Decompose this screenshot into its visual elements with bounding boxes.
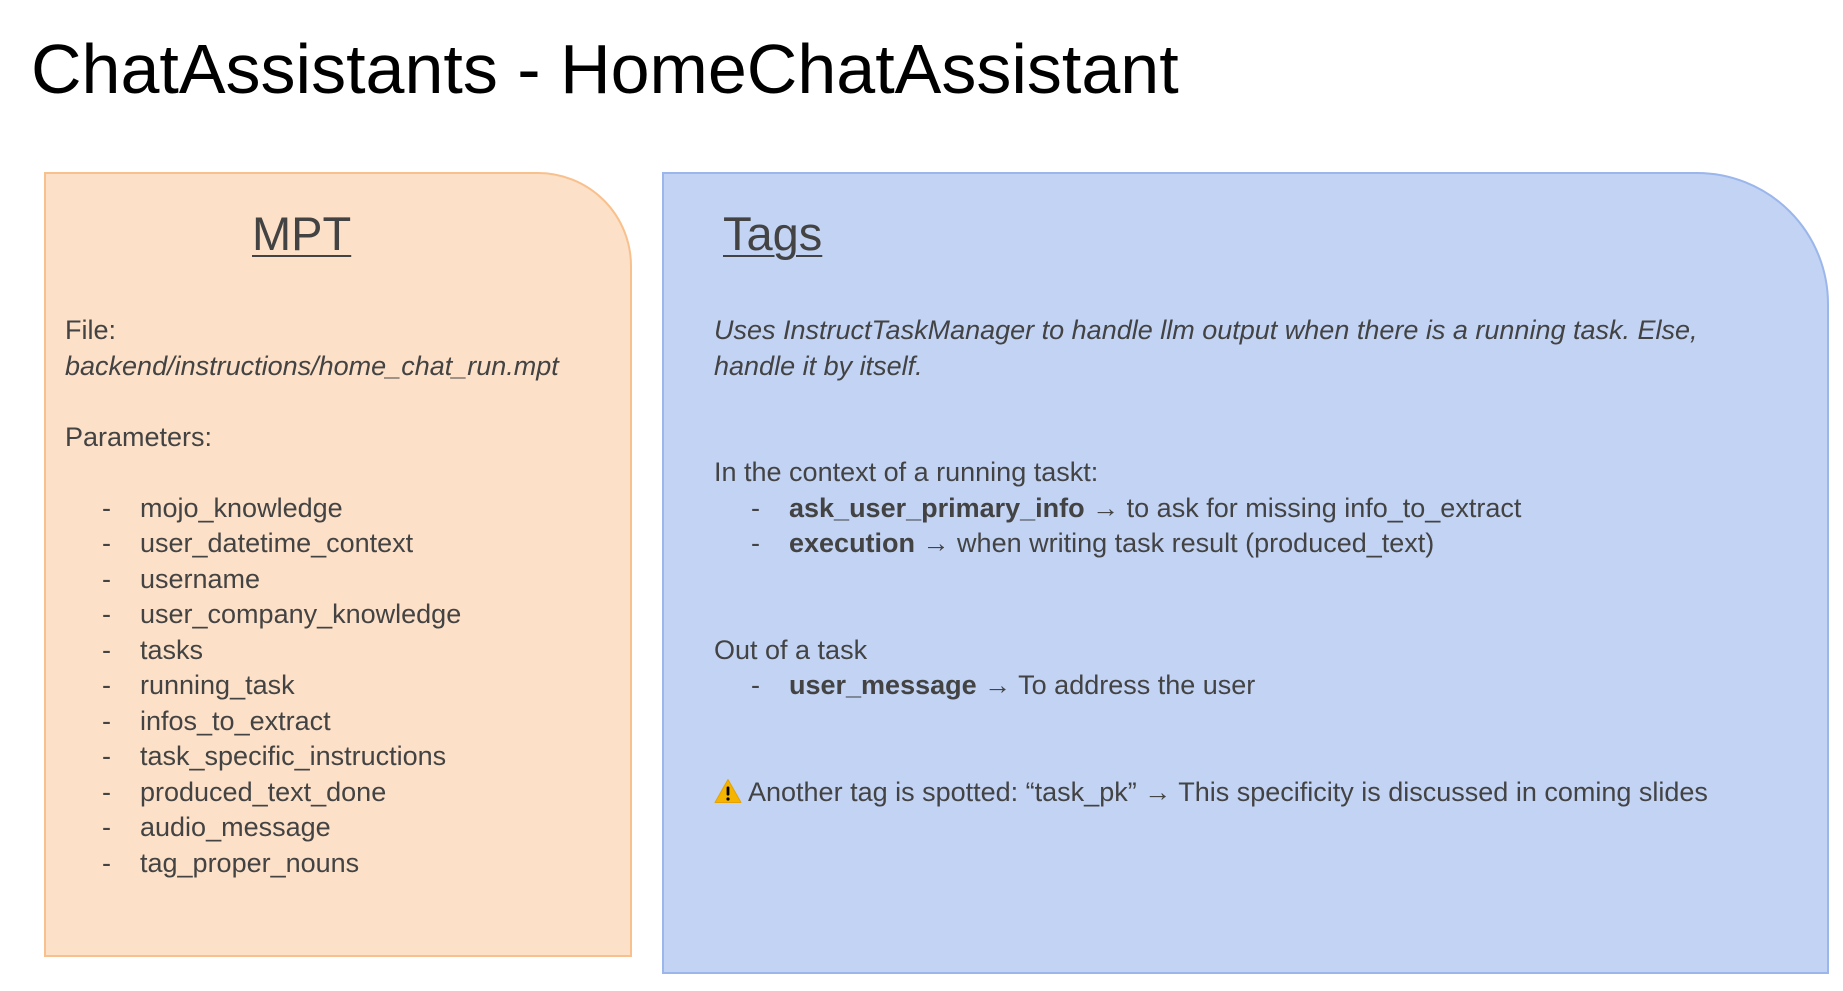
list-item: - username — [65, 562, 625, 598]
file-path: backend/instructions/home_chat_run.mpt — [65, 350, 559, 381]
out-of-task-label: Out of a task — [714, 634, 868, 665]
list-item: - tasks — [65, 633, 625, 669]
list-item: - mojo_knowledge — [65, 491, 625, 527]
parameters-label: Parameters: — [65, 421, 213, 452]
parameter-name: infos_to_extract — [140, 705, 331, 736]
file-label: File: — [65, 315, 117, 345]
bullet-dash: - — [102, 670, 111, 700]
bullet-dash: - — [102, 634, 111, 665]
list-item: - running_task — [65, 668, 625, 704]
bullet-dash: - — [102, 741, 111, 771]
parameter-name: tag_proper_nouns — [140, 847, 360, 878]
warning-note: Another tag is spotted: “task_pk” → This… — [714, 775, 1814, 811]
bullet-dash: - — [102, 705, 111, 736]
tag-name: user_message — [789, 670, 977, 700]
list-item: - audio_message — [65, 810, 625, 846]
running-task-label: In the context of a running taskt: — [714, 457, 1099, 487]
parameter-name: username — [140, 563, 261, 594]
bullet-dash: - — [102, 847, 111, 878]
parameter-name: user_company_knowledge — [140, 599, 462, 629]
list-item: - user_datetime_context — [65, 526, 625, 562]
parameter-name: running_task — [140, 670, 295, 700]
list-item: - task_specific_instructions — [65, 739, 625, 775]
warning-icon — [714, 778, 742, 803]
bullet-dash: - — [102, 563, 111, 594]
parameter-name: produced_text_done — [140, 776, 387, 807]
parameter-name: audio_message — [140, 812, 331, 842]
bullet-dash: - — [751, 492, 760, 523]
bullet-dash: - — [751, 528, 760, 558]
parameter-name: user_datetime_context — [140, 528, 414, 558]
parameter-name: mojo_knowledge — [140, 492, 343, 523]
bullet-dash: - — [102, 528, 111, 558]
tag-description: → to ask for missing info_to_extract — [1084, 492, 1522, 523]
tags-body: Uses InstructTaskManager to handle llm o… — [714, 313, 1814, 810]
tags-heading: Tags — [723, 207, 823, 260]
list-item: - tag_proper_nouns — [65, 846, 625, 882]
tags-panel: Tags Uses InstructTaskManager to handle … — [662, 172, 1829, 974]
list-item: - user_company_knowledge — [65, 597, 625, 633]
tag-description: → when writing task result (produced_tex… — [915, 528, 1435, 558]
tag-description: → To address the user — [976, 670, 1256, 700]
bullet-dash: - — [102, 812, 111, 842]
mpt-body: File: backend/instructions/home_chat_run… — [65, 313, 625, 881]
mpt-heading: MPT — [252, 207, 352, 260]
bullet-dash: - — [751, 670, 760, 700]
list-item: - ask_user_primary_info → to ask for miss… — [714, 491, 1814, 527]
description-line: handle it by itself. — [714, 350, 923, 381]
parameters-list: - mojo_knowledge - user_datetime_context -… — [65, 491, 625, 882]
parameter-name: tasks — [140, 634, 204, 665]
mpt-panel: MPT File: backend/instructions/home_chat… — [44, 172, 632, 957]
bullet-dash: - — [102, 492, 111, 523]
list-item: - produced_text_done — [65, 775, 625, 811]
slide-title: ChatAssistants - HomeChatAssistant — [31, 30, 1179, 108]
tag-name: ask_user_primary_info — [789, 492, 1085, 523]
description-line: Uses InstructTaskManager to handle llm o… — [714, 315, 1698, 345]
parameter-name: task_specific_instructions — [140, 741, 447, 771]
list-item: - infos_to_extract — [65, 704, 625, 740]
warning-text: Another tag is spotted: “task_pk” → This… — [748, 776, 1708, 807]
list-item: - execution → when writing task result (p… — [714, 526, 1814, 562]
bullet-dash: - — [102, 599, 111, 629]
tag-name: execution — [789, 528, 916, 558]
list-item: - user_message → To address the user — [714, 668, 1814, 704]
bullet-dash: - — [102, 776, 111, 807]
